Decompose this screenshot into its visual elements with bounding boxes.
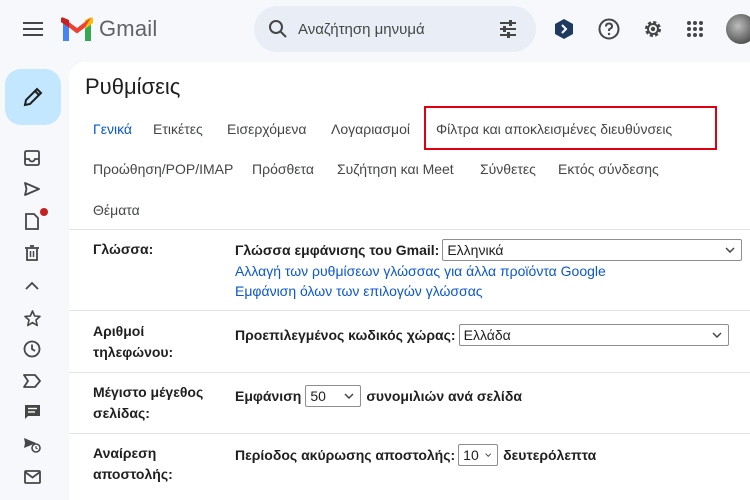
- menu-icon[interactable]: [14, 10, 52, 48]
- tab-offline[interactable]: Εκτός σύνδεσης: [558, 161, 659, 177]
- drafts-notification-dot: [40, 208, 48, 216]
- scheduled-icon[interactable]: [21, 434, 43, 456]
- tab-chat-meet[interactable]: Συζήτηση και Meet: [337, 161, 454, 177]
- show-all-languages-link[interactable]: Εμφάνιση όλων των επιλογών γλώσσας: [235, 281, 742, 301]
- row-divider: [69, 372, 750, 373]
- chevron-down-icon: [485, 453, 491, 457]
- chevron-down-icon: [344, 393, 354, 399]
- page-size-content: Εμφάνιση 50 συνομιλιών ανά σελίδα: [235, 385, 522, 407]
- tab-general[interactable]: Γενικά: [93, 121, 132, 137]
- page-size-select[interactable]: 50: [305, 385, 362, 407]
- undo-send-label-line2: αποστολής:: [93, 466, 173, 482]
- chevron-down-icon: [712, 332, 722, 338]
- compose-pencil-icon: [23, 87, 43, 107]
- undo-send-suffix: δευτερόλεπτα: [503, 447, 597, 463]
- search-input[interactable]: [298, 17, 448, 41]
- undo-send-prefix: Περίοδος ακύρωσης αποστολής:: [235, 447, 456, 463]
- page-size-prefix: Εμφάνιση: [235, 388, 302, 404]
- tune-icon[interactable]: [498, 19, 518, 44]
- starred-icon[interactable]: [21, 307, 43, 329]
- gmail-m-icon: [61, 17, 93, 41]
- phone-label-line2: τηλεφώνου:: [93, 344, 174, 360]
- undo-send-value: 10: [463, 447, 479, 463]
- help-icon[interactable]: [594, 14, 624, 44]
- search-bar[interactable]: [254, 6, 536, 52]
- undo-send-label-line1: Αναίρεση: [93, 445, 157, 461]
- snoozed-icon[interactable]: [21, 338, 43, 360]
- display-language-label: Γλώσσα εμφάνισης του Gmail:: [235, 242, 440, 258]
- chevron-down-icon: [725, 247, 735, 253]
- phone-content: Προεπιλεγμένος κωδικός χώρας: Ελλάδα: [235, 324, 729, 346]
- search-icon[interactable]: [268, 19, 288, 44]
- app-name: Gmail: [99, 16, 158, 41]
- settings-icon[interactable]: [638, 14, 668, 44]
- page-size-label-line1: Μέγιστο μέγεθος: [93, 384, 204, 400]
- display-language-select[interactable]: Ελληνικά: [442, 239, 743, 261]
- page-size-value: 50: [310, 388, 326, 404]
- top-bar: Gmail: [0, 0, 750, 60]
- trash-icon[interactable]: [21, 242, 43, 264]
- country-code-select[interactable]: Ελλάδα: [458, 324, 729, 346]
- account-avatar[interactable]: [726, 14, 750, 44]
- highlight-annotation: [424, 106, 717, 150]
- compose-button[interactable]: [5, 69, 61, 125]
- gmail-logo[interactable]: Gmail: [61, 12, 157, 46]
- tab-inbox[interactable]: Εισερχόμενα: [227, 121, 306, 137]
- inbox-icon[interactable]: [21, 147, 43, 169]
- collapse-icon[interactable]: [21, 274, 43, 296]
- important-icon[interactable]: [21, 370, 43, 392]
- tab-addons[interactable]: Πρόσθετα: [252, 161, 314, 177]
- phone-label-line1: Αριθμοί: [93, 323, 145, 339]
- country-code-value: Ελλάδα: [463, 327, 511, 343]
- language-label: Γλώσσα:: [93, 241, 154, 257]
- page-size-label: Μέγιστο μέγεθος σελίδας:: [93, 382, 203, 424]
- display-language-value: Ελληνικά: [447, 242, 504, 258]
- settings-panel: Ρυθμίσεις Γενικά Ετικέτες Εισερχόμενα Λο…: [69, 62, 750, 500]
- chat-icon[interactable]: [21, 401, 43, 423]
- change-language-link[interactable]: Αλλαγή των ρυθμίσεων γλώσσας για άλλα πρ…: [235, 261, 742, 281]
- tab-forwarding[interactable]: Προώθηση/POP/IMAP: [93, 161, 233, 177]
- tab-accounts[interactable]: Λογαριασμοί: [331, 121, 410, 137]
- undo-send-label: Αναίρεση αποστολής:: [93, 443, 173, 485]
- tab-labels[interactable]: Ετικέτες: [153, 121, 203, 137]
- row-divider: [69, 310, 750, 311]
- country-code-label: Προεπιλεγμένος κωδικός χώρας:: [235, 327, 456, 343]
- undo-send-content: Περίοδος ακύρωσης αποστολής: 10 δευτερόλ…: [235, 444, 596, 466]
- tab-advanced[interactable]: Σύνθετες: [480, 161, 536, 177]
- undo-send-select[interactable]: 10: [458, 444, 499, 466]
- sent-icon[interactable]: [21, 178, 43, 200]
- language-content: Γλώσσα εμφάνισης του Gmail: Ελληνικά Αλλ…: [235, 239, 743, 301]
- tabs-divider: [69, 229, 750, 230]
- phone-label: Αριθμοί τηλεφώνου:: [93, 321, 173, 363]
- page-size-label-line2: σελίδας:: [93, 405, 150, 421]
- tab-themes[interactable]: Θέματα: [93, 202, 140, 218]
- row-divider: [69, 433, 750, 434]
- apps-icon[interactable]: [680, 14, 710, 44]
- page-title: Ρυθμίσεις: [85, 74, 181, 99]
- gemini-icon[interactable]: [549, 14, 579, 44]
- page-size-suffix: συνομιλιών ανά σελίδα: [366, 388, 522, 404]
- all-mail-icon[interactable]: [21, 465, 43, 487]
